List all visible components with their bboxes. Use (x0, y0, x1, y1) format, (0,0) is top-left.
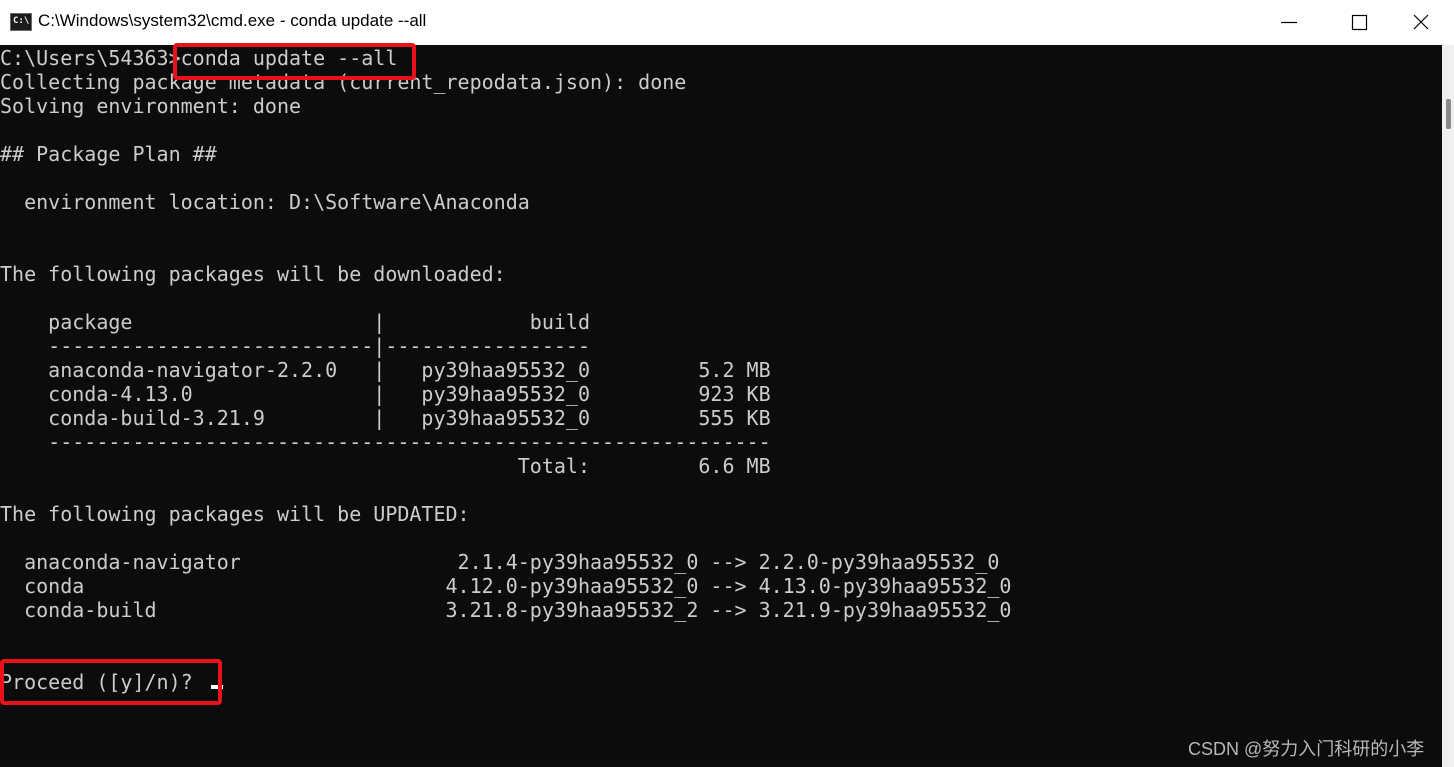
vertical-scrollbar[interactable] (1442, 45, 1454, 767)
console-line: environment location: D:\Software\Anacon… (0, 190, 530, 214)
console-line: conda-build 3.21.8-py39haa95532_2 --> 3.… (0, 598, 1012, 622)
console-line: The following packages will be downloade… (0, 262, 506, 286)
window-title: C:\Windows\system32\cmd.exe - conda upda… (38, 11, 427, 30)
terminal-icon-label: C:\ (13, 16, 30, 26)
command-highlight-box (173, 43, 416, 80)
terminal-icon[interactable]: C:\ (10, 13, 32, 31)
close-button[interactable] (1386, 0, 1454, 45)
console-line: ----------------------------------------… (0, 430, 771, 454)
minimize-icon (1281, 21, 1297, 24)
console-line: anaconda-navigator 2.1.4-py39haa95532_0 … (0, 550, 1000, 574)
console-line: The following packages will be UPDATED: (0, 502, 470, 526)
maximize-button[interactable] (1324, 0, 1394, 45)
console-line: package | build (0, 310, 591, 334)
minimize-button[interactable] (1254, 0, 1324, 45)
console-line: conda 4.12.0-py39haa95532_0 --> 4.13.0-p… (0, 574, 1012, 598)
console-line: Total: 6.6 MB (0, 454, 771, 478)
console-line: conda-4.13.0 | py39haa95532_0 923 KB (0, 382, 771, 406)
console-line: ---------------------------|------------… (0, 334, 591, 358)
console-line: anaconda-navigator-2.2.0 | py39haa95532_… (0, 358, 771, 382)
close-icon (1413, 14, 1429, 30)
watermark: CSDN @努力入门科研的小李 (1188, 739, 1425, 759)
title-bar[interactable]: C:\ C:\Windows\system32\cmd.exe - conda … (0, 0, 1454, 45)
console-line: Solving environment: done (0, 94, 302, 118)
maximize-icon (1351, 14, 1368, 31)
prompt-highlight-box (0, 659, 222, 705)
console-line: ## Package Plan ## (0, 142, 217, 166)
scrollbar-thumb[interactable] (1446, 99, 1451, 129)
console-line: conda-build-3.21.9 | py39haa95532_0 555 … (0, 406, 771, 430)
